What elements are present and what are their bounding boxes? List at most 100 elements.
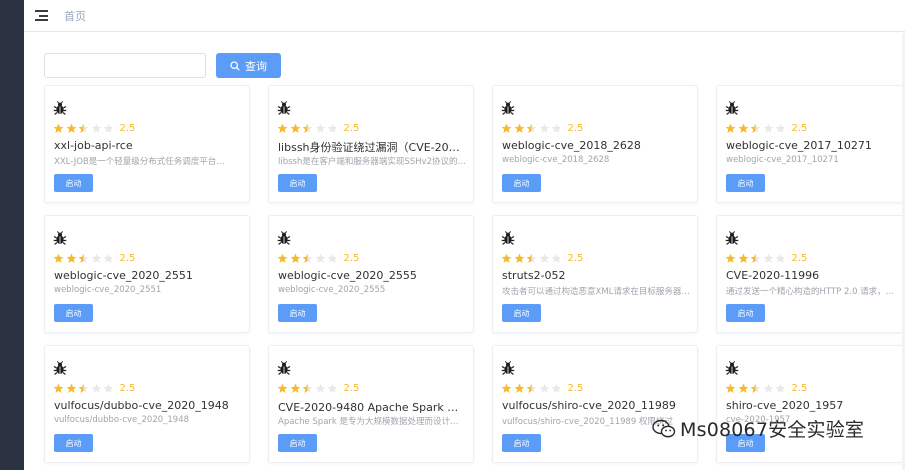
star-icon[interactable] xyxy=(327,123,338,134)
star-icon[interactable] xyxy=(775,253,786,264)
star-rating[interactable]: 2.5 xyxy=(501,383,583,394)
start-button[interactable]: 启动 xyxy=(726,174,765,192)
star-rating[interactable]: 2.5 xyxy=(277,123,359,134)
star-icon[interactable] xyxy=(501,253,512,264)
star-rating[interactable]: 2.5 xyxy=(53,383,135,394)
star-icon[interactable] xyxy=(78,123,89,134)
star-icon[interactable] xyxy=(501,383,512,394)
star-icon[interactable] xyxy=(551,253,562,264)
star-icon[interactable] xyxy=(539,123,550,134)
star-icon[interactable] xyxy=(763,123,774,134)
star-icon[interactable] xyxy=(725,383,736,394)
star-icon[interactable] xyxy=(103,383,114,394)
star-icon[interactable] xyxy=(302,253,313,264)
star-icon[interactable] xyxy=(526,123,537,134)
start-button[interactable]: 启动 xyxy=(54,304,93,322)
star-icon[interactable] xyxy=(277,123,288,134)
star-icon[interactable] xyxy=(277,253,288,264)
star-icon[interactable] xyxy=(539,253,550,264)
star-icon[interactable] xyxy=(315,383,326,394)
star-rating[interactable]: 2.5 xyxy=(501,253,583,264)
start-button[interactable]: 启动 xyxy=(278,304,317,322)
star-icon[interactable] xyxy=(725,253,736,264)
star-rating[interactable]: 2.5 xyxy=(53,123,135,134)
star-icon[interactable] xyxy=(315,123,326,134)
card-description: XXL-JOB是一个轻量级分布式任务调度平台… xyxy=(54,157,225,167)
star-icon[interactable] xyxy=(290,383,301,394)
hamburger-fold-icon[interactable] xyxy=(35,10,48,21)
star-icon[interactable] xyxy=(302,383,313,394)
star-icon[interactable] xyxy=(763,253,774,264)
breadcrumb-home[interactable]: 首页 xyxy=(64,8,86,24)
start-button[interactable]: 启动 xyxy=(726,304,765,322)
star-icon[interactable] xyxy=(103,123,114,134)
star-icon[interactable] xyxy=(526,253,537,264)
search-button[interactable]: 查询 xyxy=(216,53,281,78)
search-input[interactable] xyxy=(44,53,206,78)
star-icon[interactable] xyxy=(290,123,301,134)
start-button[interactable]: 启动 xyxy=(278,434,317,452)
star-icon[interactable] xyxy=(103,253,114,264)
star-icon[interactable] xyxy=(738,383,749,394)
start-button[interactable]: 启动 xyxy=(502,174,541,192)
star-icon[interactable] xyxy=(302,123,313,134)
star-rating[interactable]: 2.5 xyxy=(277,383,359,394)
star-rating[interactable]: 2.5 xyxy=(725,383,807,394)
start-button[interactable]: 启动 xyxy=(278,174,317,192)
star-icon[interactable] xyxy=(91,383,102,394)
star-icon[interactable] xyxy=(763,383,774,394)
star-icon[interactable] xyxy=(501,123,512,134)
star-icon[interactable] xyxy=(526,383,537,394)
bug-icon xyxy=(277,101,291,115)
star-icon[interactable] xyxy=(725,123,736,134)
star-icon[interactable] xyxy=(539,383,550,394)
star-icon[interactable] xyxy=(66,383,77,394)
star-icon[interactable] xyxy=(738,253,749,264)
start-button[interactable]: 启动 xyxy=(502,434,541,452)
star-icon[interactable] xyxy=(514,383,525,394)
star-icon[interactable] xyxy=(53,123,64,134)
bug-icon xyxy=(501,361,515,375)
start-button[interactable]: 启动 xyxy=(502,304,541,322)
star-icon[interactable] xyxy=(750,123,761,134)
bug-icon xyxy=(277,231,291,245)
star-icon[interactable] xyxy=(78,253,89,264)
bug-icon xyxy=(53,101,67,115)
star-icon[interactable] xyxy=(277,383,288,394)
search-icon xyxy=(230,60,240,71)
star-icon[interactable] xyxy=(750,253,761,264)
search-bar: 查询 xyxy=(44,53,281,78)
star-icon[interactable] xyxy=(53,383,64,394)
card-title: weblogic-cve_2020_2551 xyxy=(54,269,193,282)
star-rating[interactable]: 2.5 xyxy=(501,123,583,134)
vuln-card: 2.5 weblogic-cve_2020_2555 weblogic-cve_… xyxy=(268,215,474,333)
star-icon[interactable] xyxy=(514,123,525,134)
card-title: weblogic-cve_2018_2628 xyxy=(502,139,641,152)
star-icon[interactable] xyxy=(327,383,338,394)
star-rating[interactable]: 2.5 xyxy=(277,253,359,264)
star-icon[interactable] xyxy=(66,253,77,264)
star-rating[interactable]: 2.5 xyxy=(725,123,807,134)
star-icon[interactable] xyxy=(66,123,77,134)
star-icon[interactable] xyxy=(551,383,562,394)
star-icon[interactable] xyxy=(91,253,102,264)
star-rating[interactable]: 2.5 xyxy=(725,253,807,264)
star-icon[interactable] xyxy=(775,383,786,394)
start-button[interactable]: 启动 xyxy=(54,434,93,452)
star-icon[interactable] xyxy=(78,383,89,394)
star-icon[interactable] xyxy=(327,253,338,264)
star-icon[interactable] xyxy=(290,253,301,264)
rating-value: 2.5 xyxy=(791,383,808,394)
star-icon[interactable] xyxy=(775,123,786,134)
star-icon[interactable] xyxy=(514,253,525,264)
start-button[interactable]: 启动 xyxy=(54,174,93,192)
card-title: struts2-052 xyxy=(502,269,566,282)
star-icon[interactable] xyxy=(53,253,64,264)
star-icon[interactable] xyxy=(750,383,761,394)
vuln-card: 2.5 libssh身份验证绕过漏洞（CVE-2018-10933） libss… xyxy=(268,85,474,203)
star-icon[interactable] xyxy=(91,123,102,134)
star-icon[interactable] xyxy=(315,253,326,264)
star-icon[interactable] xyxy=(551,123,562,134)
star-icon[interactable] xyxy=(738,123,749,134)
star-rating[interactable]: 2.5 xyxy=(53,253,135,264)
